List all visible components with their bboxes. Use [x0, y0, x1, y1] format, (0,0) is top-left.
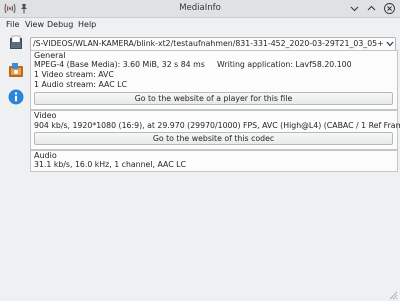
general-writing-app: Writing application: Lavf58.20.100 — [217, 60, 352, 69]
window-title: MediaInfo — [179, 3, 221, 13]
general-section: General MPEG-4 (Base Media): 3.60 MiB, 3… — [30, 50, 398, 110]
codec-website-button[interactable]: Go to the website of this codec — [34, 132, 393, 145]
file-path-value: /S-VIDEOS/WLAN-KAMERA/blink-xt2/testaufn… — [33, 39, 396, 48]
minimize-button[interactable] — [349, 3, 360, 14]
chevron-up-icon — [367, 5, 376, 11]
chevron-down-icon — [386, 41, 393, 47]
chevron-down-icon — [350, 6, 359, 12]
close-button[interactable] — [384, 3, 395, 14]
file-path-dropdown[interactable]: /S-VIDEOS/WLAN-KAMERA/blink-xt2/testaufn… — [30, 37, 396, 51]
video-details: 904 kb/s, 1920*1080 (16:9), at 29.970 (2… — [34, 121, 400, 130]
video-label: Video — [34, 111, 57, 120]
audio-label: Audio — [34, 151, 57, 160]
general-video-count: 1 Video stream: AVC — [34, 70, 114, 79]
maximize-button[interactable] — [366, 3, 377, 14]
info-icon[interactable] — [8, 89, 24, 105]
video-section: Video 904 kb/s, 1920*1080 (16:9), at 29.… — [30, 110, 400, 150]
menu-view[interactable]: View — [25, 20, 44, 29]
audio-details: 31.1 kb/s, 16.0 kHz, 1 channel, AAC LC — [34, 160, 186, 169]
general-audio-count: 1 Audio stream: AAC LC — [34, 80, 127, 89]
general-format: MPEG-4 (Base Media): 3.60 MiB, 32 s 84 m… — [34, 60, 205, 69]
general-label: General — [34, 51, 66, 60]
audio-section: Audio 31.1 kb/s, 16.0 kHz, 1 channel, AA… — [30, 150, 398, 172]
open-file-icon[interactable] — [8, 35, 24, 51]
menu-debug[interactable]: Debug — [47, 20, 73, 29]
player-website-button[interactable]: Go to the website of a player for this f… — [34, 92, 393, 105]
menu-help[interactable]: Help — [78, 20, 96, 29]
menu-file[interactable]: File — [6, 20, 19, 29]
resize-grip-icon[interactable] — [389, 291, 398, 300]
title-bar: MediaInfo — [0, 0, 400, 18]
export-icon[interactable] — [8, 62, 24, 78]
close-icon — [384, 3, 395, 14]
dropdown-arrow[interactable] — [384, 38, 395, 50]
menu-bar: File View Debug Help — [0, 18, 400, 32]
